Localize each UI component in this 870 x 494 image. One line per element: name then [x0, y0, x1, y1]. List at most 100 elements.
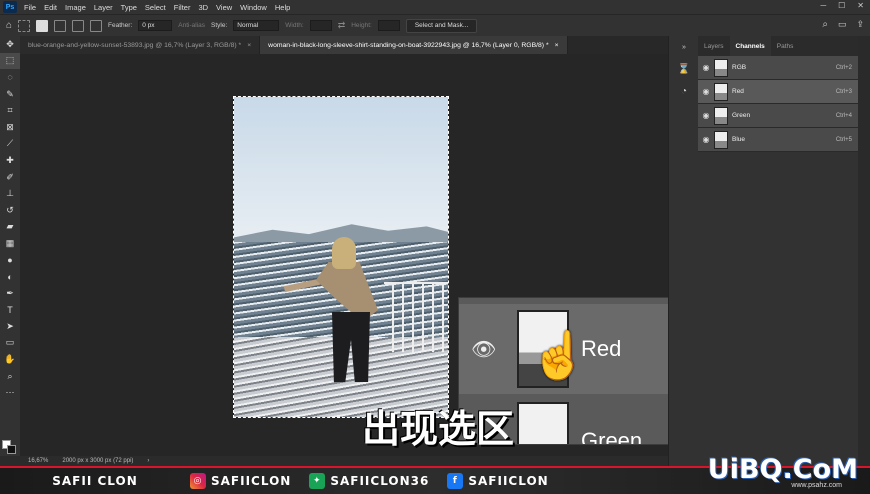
menu-view[interactable]: View: [212, 3, 236, 12]
color-swatches[interactable]: [2, 440, 18, 456]
background-color-swatch[interactable]: [7, 445, 16, 454]
rectangle-tool-icon[interactable]: ▭: [0, 335, 20, 352]
video-subtitle: 出现选区: [362, 407, 515, 451]
marquee-tool-icon[interactable]: [18, 19, 31, 32]
eraser-tool-icon[interactable]: ▰: [0, 219, 20, 236]
eyedropper-tool-icon[interactable]: ⟋: [0, 136, 20, 153]
maximize-icon[interactable]: ☐: [838, 1, 845, 10]
menu-filter[interactable]: Filter: [170, 3, 195, 12]
menu-type[interactable]: Type: [117, 3, 141, 12]
close-icon[interactable]: ✕: [857, 1, 864, 10]
move-tool-icon[interactable]: ✥: [0, 36, 20, 53]
menu-layer[interactable]: Layer: [90, 3, 117, 12]
channel-thumbnail: [714, 130, 728, 149]
hand-cursor-icon: ☝: [530, 329, 588, 381]
document-image[interactable]: [233, 96, 449, 418]
eye-icon[interactable]: ◉: [698, 135, 714, 144]
tab-layers[interactable]: Layers: [698, 36, 730, 56]
channel-name: Blue: [732, 136, 746, 143]
close-icon[interactable]: ×: [247, 42, 251, 49]
menu-window[interactable]: Window: [236, 3, 271, 12]
new-selection-icon[interactable]: [36, 19, 49, 32]
dodge-tool-icon[interactable]: ◐: [0, 268, 20, 285]
status-arrow-icon[interactable]: ›: [147, 458, 149, 464]
height-input[interactable]: [377, 20, 400, 31]
crop-tool-icon[interactable]: ⌗: [0, 102, 20, 119]
channel-row-blue[interactable]: ◉ Blue Ctrl+5: [698, 128, 858, 152]
brush-tool-icon[interactable]: ✐: [0, 169, 20, 186]
path-selection-tool-icon[interactable]: ➤: [0, 318, 20, 335]
channel-row-green[interactable]: ◉ Green Ctrl+4: [698, 104, 858, 128]
panel-scrollbar[interactable]: [858, 36, 870, 466]
workspace-icon[interactable]: ▭: [838, 19, 847, 30]
tab-paths[interactable]: Paths: [771, 36, 800, 56]
blur-tool-icon[interactable]: ●: [0, 252, 20, 269]
menu-edit[interactable]: Edit: [40, 3, 61, 12]
share-icon[interactable]: ⇪: [856, 19, 864, 30]
clone-stamp-tool-icon[interactable]: ⊥: [0, 185, 20, 202]
eye-icon[interactable]: ◉: [698, 111, 714, 120]
intersect-selection-icon[interactable]: [90, 19, 103, 32]
menu-bar: Ps File Edit Image Layer Type Select Fil…: [0, 0, 870, 14]
adjustments-panel-icon[interactable]: ◔: [669, 80, 699, 102]
feather-label: Feather:: [108, 22, 133, 29]
antialias-checkbox[interactable]: Anti-alias: [178, 22, 205, 29]
eye-icon[interactable]: ◉: [698, 87, 714, 96]
doc-tab-woman[interactable]: woman-in-black-long-sleeve-shirt-standin…: [260, 36, 568, 54]
frame-tool-icon[interactable]: ⊠: [0, 119, 20, 136]
type-tool-icon[interactable]: T: [0, 302, 20, 319]
channel-thumbnail: [714, 58, 728, 77]
facebook-icon: f: [447, 473, 464, 489]
sky-area: [234, 97, 448, 242]
close-icon[interactable]: ×: [555, 42, 559, 49]
panel-tabs: Layers Channels Paths: [698, 36, 858, 56]
tools-panel: ✥ ⬚ ◌ ✎ ⌗ ⊠ ⟋ ✚ ✐ ⊥ ↺ ▰ ▦ ● ◐ ✒ T ➤ ▭ ✋ …: [0, 36, 20, 466]
channel-shortcut: Ctrl+2: [835, 64, 852, 71]
select-and-mask-button[interactable]: Select and Mask...: [405, 18, 478, 33]
menu-3d[interactable]: 3D: [194, 3, 212, 12]
doc-tab-sunset[interactable]: blue-orange-and-yellow-sunset-53893.jpg …: [20, 36, 261, 54]
swap-icon[interactable]: ⇄: [338, 20, 346, 31]
width-input[interactable]: [309, 20, 332, 31]
gradient-tool-icon[interactable]: ▦: [0, 235, 20, 252]
channel-row-rgb[interactable]: ◉ RGB Ctrl+2: [698, 56, 858, 80]
doc-tab-label: blue-orange-and-yellow-sunset-53893.jpg …: [28, 41, 242, 49]
minimize-icon[interactable]: ─: [820, 1, 826, 10]
search-icon[interactable]: ⌕: [822, 19, 828, 30]
home-icon[interactable]: ⌂: [6, 20, 12, 31]
tab-channels[interactable]: Channels: [729, 36, 771, 56]
eye-icon[interactable]: ◉: [698, 63, 714, 72]
healing-brush-tool-icon[interactable]: ✚: [0, 152, 20, 169]
channel-thumbnail: [714, 82, 728, 101]
collapse-icon[interactable]: »: [669, 36, 699, 58]
style-label: Style:: [211, 22, 228, 29]
hand-tool-icon[interactable]: ✋: [0, 351, 20, 368]
more-tools-icon[interactable]: ⋯: [0, 384, 20, 401]
zoom-level[interactable]: 16,67%: [28, 458, 48, 464]
history-panel-icon[interactable]: ⌛: [669, 58, 699, 80]
person-head: [332, 237, 356, 269]
channel-row-red[interactable]: ◉ Red Ctrl+3: [698, 80, 858, 104]
style-select[interactable]: Normal: [233, 20, 280, 31]
lasso-tool-icon[interactable]: ◌: [0, 69, 20, 86]
add-selection-icon[interactable]: [54, 19, 67, 32]
zoom-tool-icon[interactable]: ⌕: [0, 368, 20, 385]
menu-help[interactable]: Help: [271, 3, 294, 12]
menu-select[interactable]: Select: [141, 3, 170, 12]
rectangular-marquee-tool-icon[interactable]: ⬚: [0, 52, 20, 70]
menu-file[interactable]: File: [20, 3, 40, 12]
subtract-selection-icon[interactable]: [72, 19, 85, 32]
menu-image[interactable]: Image: [61, 3, 90, 12]
banner-facebook: f SAFIICLON: [447, 473, 548, 489]
facebook-handle: SAFIICLON: [468, 474, 549, 488]
social-icon: ✦: [309, 473, 326, 489]
banner-name: SAFII CLON: [52, 474, 138, 488]
history-brush-tool-icon[interactable]: ↺: [0, 202, 20, 219]
width-label: Width:: [285, 22, 304, 29]
instagram-icon: ◎: [190, 473, 206, 489]
other-handle: SAFIICLON36: [330, 474, 430, 488]
feather-input[interactable]: 0 px: [138, 20, 173, 31]
quick-selection-tool-icon[interactable]: ✎: [0, 86, 20, 103]
options-bar: ⌂ Feather: 0 px Anti-alias Style: Normal…: [0, 14, 870, 36]
pen-tool-icon[interactable]: ✒: [0, 285, 20, 302]
